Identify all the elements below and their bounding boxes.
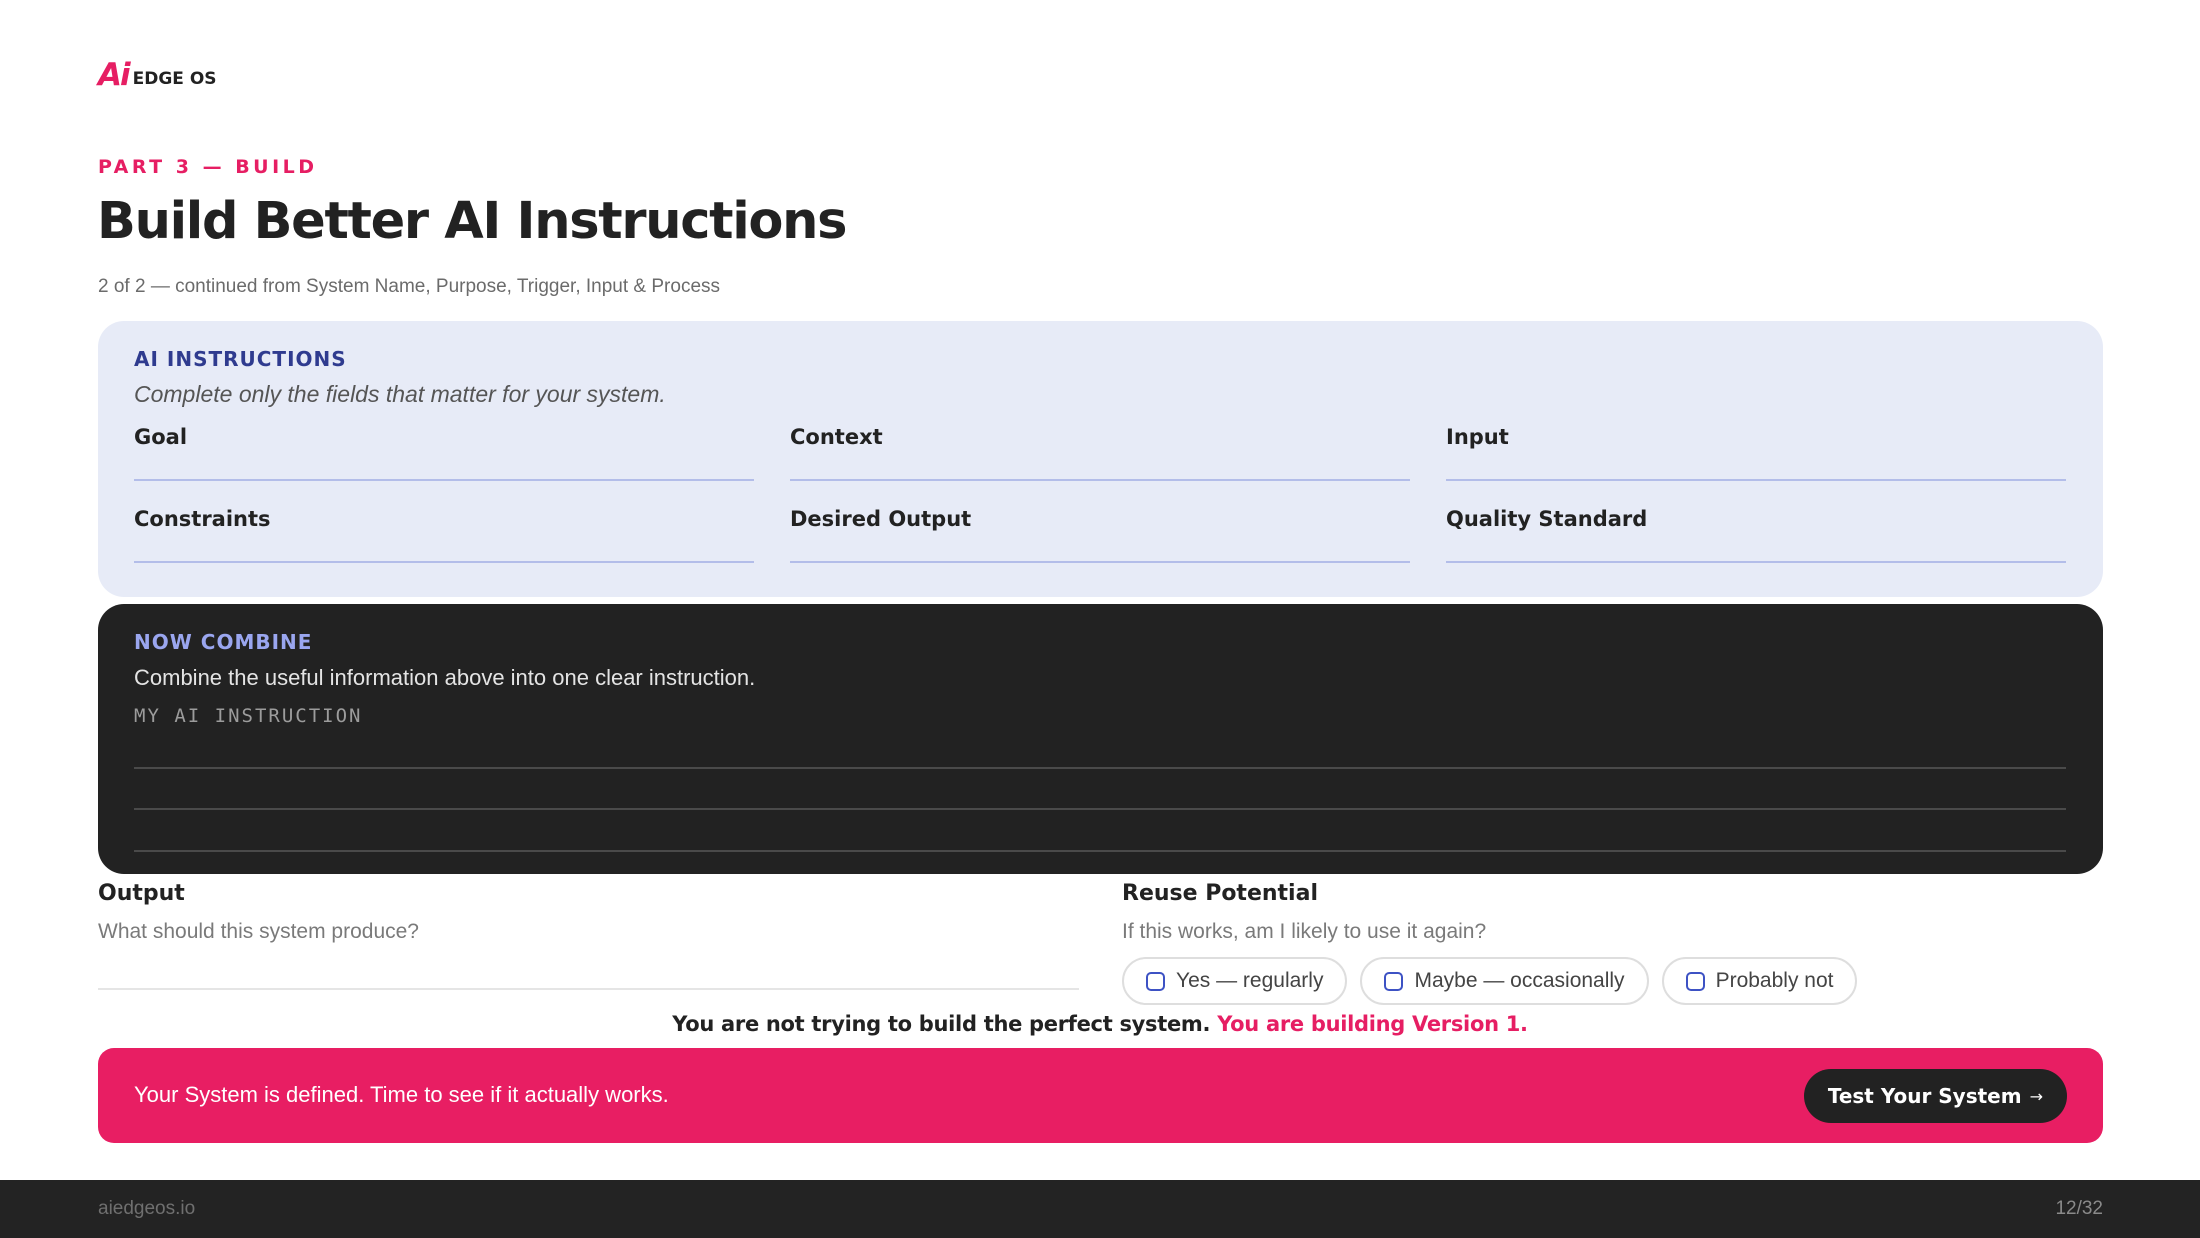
input-label: Input [1446,425,1509,449]
checkbox-icon[interactable] [1384,971,1404,991]
ai-instructions-description: Complete only the fields that matter for… [134,381,666,407]
desired-output-field[interactable]: Desired Output [790,507,1410,563]
context-field[interactable]: Context [790,425,1410,481]
page-footer: aiedgeos.io 12/32 [0,1180,2200,1238]
arrow-right-icon: → [2029,1086,2043,1106]
input-field[interactable]: Input [1446,425,2066,481]
ai-instructions-label: AI INSTRUCTIONS [134,347,347,371]
instruction-line-2[interactable] [134,808,2066,810]
test-your-system-button[interactable]: Test Your System → [1803,1069,2067,1123]
logo-text: EDGE OS [132,69,217,89]
reuse-option-label: Probably not [1715,969,1834,992]
checkbox-icon[interactable] [1146,971,1165,991]
reuse-potential-title: Reuse Potential [1122,881,1318,906]
cta-banner: Your System is defined. Time to see if i… [98,1048,2103,1143]
my-ai-instruction-label: MY AI INSTRUCTION [134,705,363,727]
section-eyebrow: PART 3 — BUILD [98,156,318,178]
desired-output-label: Desired Output [790,507,972,531]
reuse-option-probably-not[interactable]: Probably not [1661,957,1858,1005]
output-field[interactable] [98,988,1079,990]
checkbox-icon[interactable] [1685,971,1705,991]
tagline: You are not trying to build the perfect … [0,1012,2200,1036]
tagline-main: You are not trying to build the perfect … [672,1012,1211,1036]
page-subtitle: 2 of 2 — continued from System Name, Pur… [98,276,721,297]
output-description: What should this system produce? [98,920,419,943]
page-number: 12/32 [2055,1198,2103,1219]
now-combine-label: NOW COMBINE [134,630,313,654]
now-combine-card: NOW COMBINE Combine the useful informati… [98,604,2103,874]
reuse-option-regularly[interactable]: Yes — regularly [1122,957,1348,1005]
goal-label: Goal [134,425,188,449]
reuse-options: Yes — regularly Maybe — occasionally Pro… [1122,957,1858,1005]
constraints-label: Constraints [134,507,271,531]
page-title: Build Better AI Instructions [97,192,848,251]
button-label: Test Your System [1827,1084,2022,1108]
reuse-option-occasionally[interactable]: Maybe — occasionally [1360,957,1649,1005]
goal-field[interactable]: Goal [134,425,754,481]
instruction-line-1[interactable] [134,767,2066,769]
reuse-option-label: Yes — regularly [1176,969,1324,992]
quality-standard-field[interactable]: Quality Standard [1446,507,2066,563]
instruction-line-3[interactable] [134,850,2066,852]
quality-standard-label: Quality Standard [1446,507,1648,531]
context-label: Context [790,425,883,449]
constraints-field[interactable]: Constraints [134,507,754,563]
footer-site-link[interactable]: aiedgeos.io [98,1198,195,1220]
now-combine-description: Combine the useful information above int… [134,665,756,690]
banner-text: Your System is defined. Time to see if i… [134,1082,669,1107]
ai-instructions-card: AI INSTRUCTIONS Complete only the fields… [98,321,2103,597]
logo-mark: Ai [98,57,131,93]
reuse-potential-description: If this works, am I likely to use it aga… [1122,920,1487,943]
brand-logo: Ai EDGE OS [98,60,217,91]
reuse-option-label: Maybe — occasionally [1414,969,1625,992]
tagline-accent: You are building Version 1. [1217,1012,1528,1036]
output-title: Output [98,881,185,906]
